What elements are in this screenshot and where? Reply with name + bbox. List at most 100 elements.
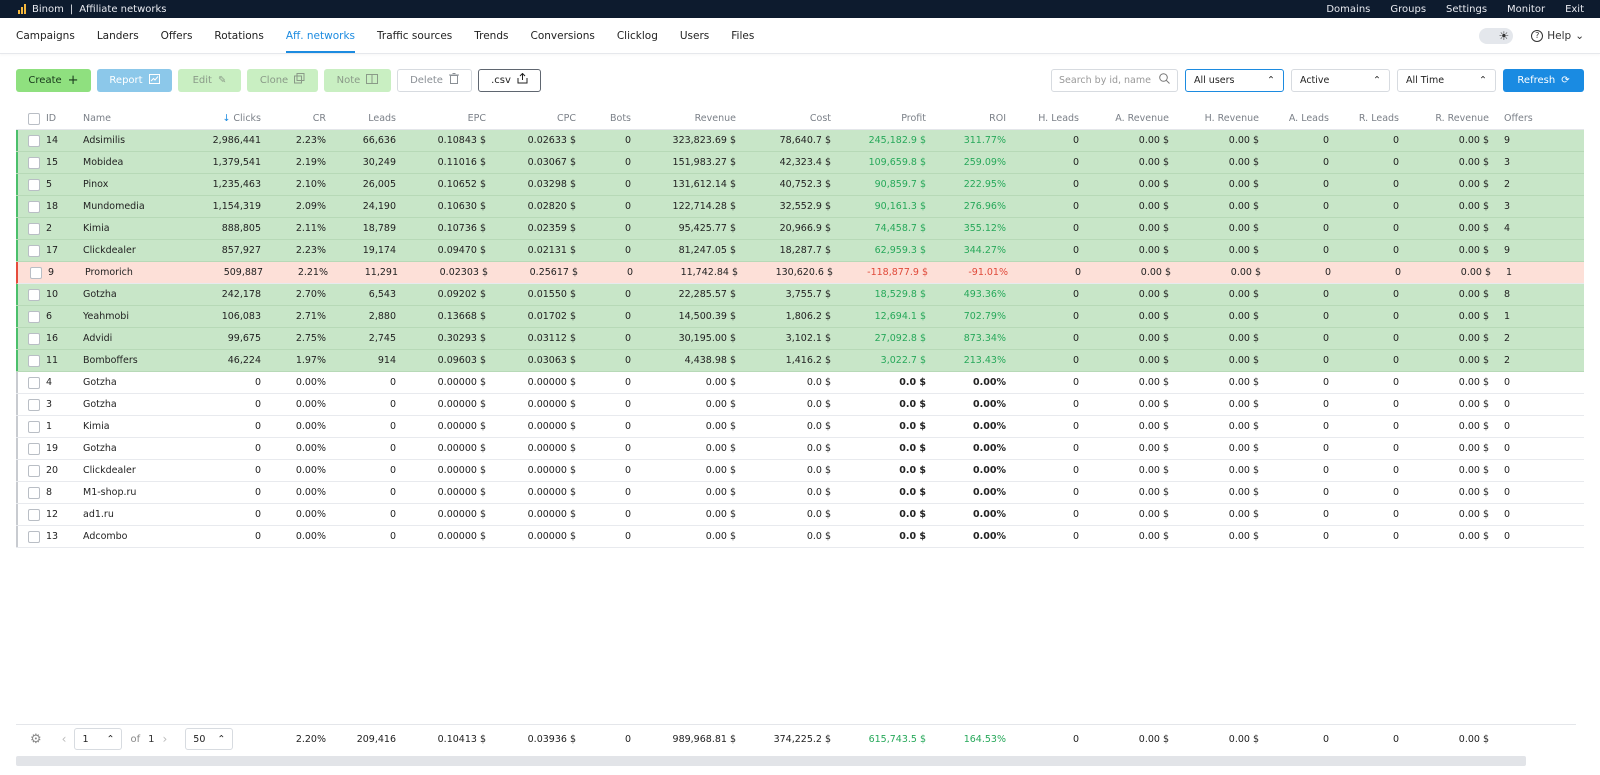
row-checkbox[interactable] [28,135,40,147]
create-button[interactable]: Create + [16,68,91,92]
cell-name[interactable]: Mundomedia [83,196,173,218]
prev-page-icon[interactable]: ‹ [62,732,67,746]
col-h-revenue[interactable]: H. Revenue [1174,108,1259,130]
csv-export-button[interactable]: .csv [478,68,541,92]
clone-button[interactable]: Clone [247,68,318,92]
cell-name[interactable]: Bomboffers [83,350,173,372]
table-row[interactable]: 20 Clickdealer 0 0.00% 0 0.00000 $ 0.00000 $ 0 0… [16,460,1584,482]
row-checkbox[interactable] [28,465,40,477]
note-button[interactable]: Note [324,68,391,92]
edit-button[interactable]: Edit ✎ [178,68,241,92]
col-revenue[interactable]: Revenue [636,108,736,130]
tab-trends[interactable]: Trends [474,18,508,53]
col-cpc[interactable]: CPC [491,108,576,130]
tab-offers[interactable]: Offers [161,18,193,53]
row-checkbox[interactable] [28,311,40,323]
table-row[interactable]: 10 Gotzha 242,178 2.70% 6,543 0.09202 $ 0.0155… [16,284,1584,306]
col-r-leads[interactable]: R. Leads [1334,108,1399,130]
per-page-select[interactable]: 50 ⌃ [185,728,234,750]
row-checkbox[interactable] [28,333,40,345]
top-link-monitor[interactable]: Monitor [1507,4,1545,15]
table-row[interactable]: 5 Pinox 1,235,463 2.10% 26,005 0.10652 $ 0.032… [16,174,1584,196]
row-checkbox[interactable] [28,289,40,301]
cell-name[interactable]: Gotzha [83,394,173,416]
row-checkbox[interactable] [28,201,40,213]
time-range-select[interactable]: All Time ⌃ [1397,68,1496,92]
col-h-leads[interactable]: H. Leads [1011,108,1079,130]
top-link-domains[interactable]: Domains [1326,4,1370,15]
theme-toggle[interactable]: ☀ [1479,27,1514,44]
table-row[interactable]: 17 Clickdealer 857,927 2.23% 19,174 0.09470 $… [16,240,1584,262]
search-input[interactable]: Search by id, name [1051,68,1178,92]
row-checkbox[interactable] [30,267,42,279]
row-checkbox[interactable] [28,509,40,521]
table-row[interactable]: 12 ad1.ru 0 0.00% 0 0.00000 $ 0.00000 $ 0 0.00 $… [16,504,1584,526]
col-cr[interactable]: CR [266,108,326,130]
delete-button[interactable]: Delete [397,68,472,92]
cell-name[interactable]: Kimia [83,218,173,240]
col-epc[interactable]: EPC [401,108,486,130]
cell-name[interactable]: Gotzha [83,372,173,394]
col-bots[interactable]: Bots [581,108,631,130]
col-leads[interactable]: Leads [331,108,396,130]
table-row[interactable]: 19 Gotzha 0 0.00% 0 0.00000 $ 0.00000 $ 0 0.00 $… [16,438,1584,460]
table-row[interactable]: 8 M1-shop.ru 0 0.00% 0 0.00000 $ 0.00000 $ 0 0.0… [16,482,1584,504]
row-checkbox[interactable] [28,399,40,411]
table-row[interactable]: 3 Gotzha 0 0.00% 0 0.00000 $ 0.00000 $ 0 0.00 $ 0… [16,394,1584,416]
report-button[interactable]: Report [97,68,172,92]
col-clicks[interactable]: ↓ Clicks [176,108,261,130]
cell-name[interactable]: Promorich [85,262,175,284]
page-select[interactable]: 1 ⌃ [74,728,123,750]
col-r-revenue[interactable]: R. Revenue [1404,108,1489,130]
col-cost[interactable]: Cost [741,108,831,130]
table-row[interactable]: 11 Bomboffers 46,224 1.97% 914 0.09603 $ 0.030… [16,350,1584,372]
cell-name[interactable]: Gotzha [83,438,173,460]
tab-conversions[interactable]: Conversions [530,18,594,53]
cell-name[interactable]: Mobidea [83,152,173,174]
col-name[interactable]: Name [83,108,163,130]
table-row[interactable]: 13 Adcombo 0 0.00% 0 0.00000 $ 0.00000 $ 0 0.00 … [16,526,1584,548]
cell-name[interactable]: Advidi [83,328,173,350]
row-checkbox[interactable] [28,421,40,433]
cell-name[interactable]: M1-shop.ru [83,482,173,504]
row-checkbox[interactable] [28,179,40,191]
col-id[interactable]: ID [46,108,76,130]
tab-files[interactable]: Files [731,18,754,53]
cell-name[interactable]: Clickdealer [83,460,173,482]
cell-name[interactable]: Adcombo [83,526,173,548]
select-all-checkbox[interactable] [28,113,40,125]
tab-clicklog[interactable]: Clicklog [617,18,658,53]
table-row[interactable]: 2 Kimia 888,805 2.11% 18,789 0.10736 $ 0.02359… [16,218,1584,240]
table-row[interactable]: 4 Gotzha 0 0.00% 0 0.00000 $ 0.00000 $ 0 0.00 $ 0… [16,372,1584,394]
cell-name[interactable]: Yeahmobi [83,306,173,328]
row-checkbox[interactable] [28,531,40,543]
col-offers[interactable]: Offers [1504,108,1564,130]
help-menu[interactable]: ? Help ⌄ [1531,29,1584,42]
table-row[interactable]: 1 Kimia 0 0.00% 0 0.00000 $ 0.00000 $ 0 0.00 $ 0.… [16,416,1584,438]
top-link-exit[interactable]: Exit [1565,4,1584,15]
gear-icon[interactable]: ⚙ [30,732,42,747]
col-roi[interactable]: ROI [931,108,1006,130]
cell-name[interactable]: Kimia [83,416,173,438]
top-link-settings[interactable]: Settings [1446,4,1487,15]
row-checkbox[interactable] [28,355,40,367]
table-row[interactable]: 15 Mobidea 1,379,541 2.19% 30,249 0.11016 $ 0.… [16,152,1584,174]
next-page-icon[interactable]: › [162,732,167,746]
row-checkbox[interactable] [28,487,40,499]
cell-name[interactable]: Gotzha [83,284,173,306]
cell-name[interactable]: Adsimilis [83,130,173,152]
col-a-revenue[interactable]: A. Revenue [1084,108,1169,130]
users-select[interactable]: All users ⌃ [1185,68,1284,92]
horizontal-scrollbar[interactable] [16,756,1526,766]
tab-aff-networks[interactable]: Aff. networks [285,18,356,53]
cell-name[interactable]: Pinox [83,174,173,196]
row-checkbox[interactable] [28,377,40,389]
cell-name[interactable]: Clickdealer [83,240,173,262]
col-profit[interactable]: Profit [836,108,926,130]
row-checkbox[interactable] [28,245,40,257]
row-checkbox[interactable] [28,223,40,235]
row-checkbox[interactable] [28,443,40,455]
table-row[interactable]: 18 Mundomedia 1,154,319 2.09% 24,190 0.10630 … [16,196,1584,218]
status-select[interactable]: Active ⌃ [1291,68,1390,92]
cell-name[interactable]: ad1.ru [83,504,173,526]
